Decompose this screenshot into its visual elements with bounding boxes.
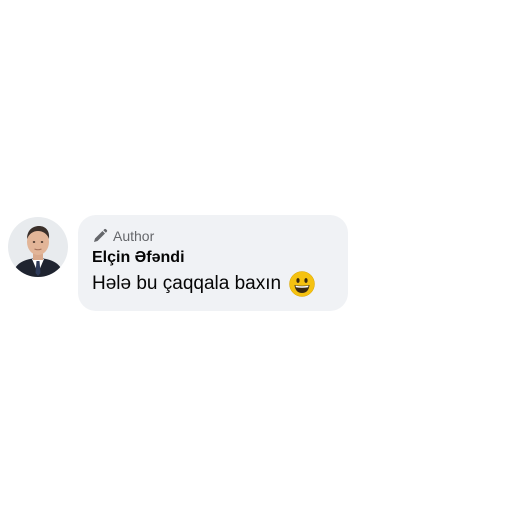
avatar-image [8,217,68,277]
comment-text: Hələ bu çaqqala baxın [92,269,326,299]
author-badge-label: Author [113,228,155,244]
pencil-icon [92,228,108,244]
comment-body: Hələ bu çaqqala baxın [92,273,282,294]
comment-bubble: Author Elçin Əfəndi Hələ bu çaqqala baxı… [78,215,348,311]
grinning-face-icon [289,271,315,297]
page: Author Elçin Əfəndi Hələ bu çaqqala baxı… [0,0,512,512]
author-name[interactable]: Elçin Əfəndi [92,247,326,269]
comment: Author Elçin Əfəndi Hələ bu çaqqala baxı… [8,215,348,311]
avatar[interactable] [8,217,68,277]
author-badge: Author [92,227,326,245]
